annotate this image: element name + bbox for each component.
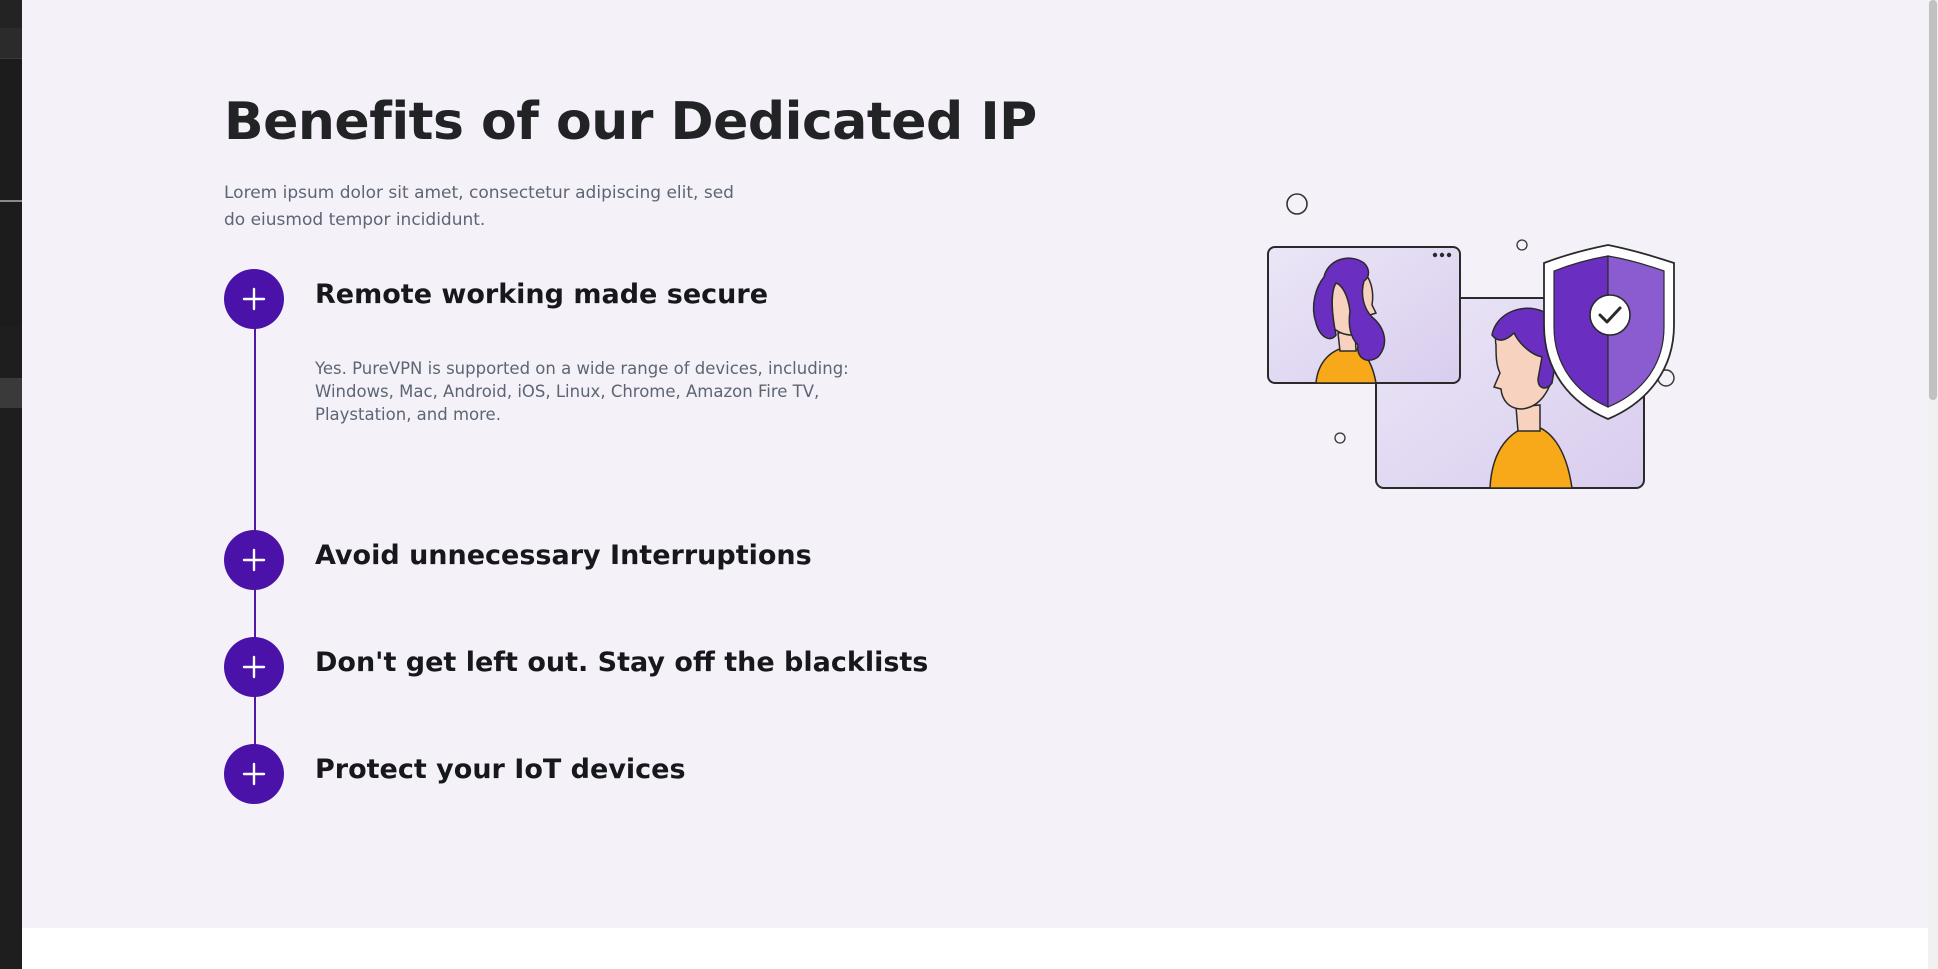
side-panel-segment	[0, 58, 22, 201]
plus-icon	[242, 548, 266, 572]
expand-button[interactable]	[224, 269, 284, 329]
accordion-heading[interactable]: Don't get left out. Stay off the blackli…	[315, 647, 928, 678]
page-subtitle: Lorem ipsum dolor sit amet, consectetur …	[224, 183, 734, 230]
plus-icon	[242, 287, 266, 311]
accordion-heading[interactable]: Avoid unnecessary Interruptions	[315, 540, 812, 571]
side-panel-segment	[0, 28, 22, 58]
accordion-heading[interactable]: Remote working made secure	[315, 279, 768, 310]
plus-icon	[242, 762, 266, 786]
accordion-body: Yes. PureVPN is supported on a wide rang…	[315, 359, 849, 424]
expand-button[interactable]	[224, 744, 284, 804]
editor-side-panel	[0, 0, 22, 969]
page-title: Benefits of our Dedicated IP	[224, 92, 1037, 152]
video-call-shield-illustration	[1267, 193, 1675, 489]
next-section	[22, 928, 1928, 969]
side-panel-segment	[0, 202, 22, 326]
scrollbar-thumb[interactable]	[1929, 0, 1937, 400]
decor-circle	[1334, 432, 1346, 444]
scrollbar[interactable]	[1928, 0, 1938, 969]
expand-button[interactable]	[224, 637, 284, 697]
accordion-heading[interactable]: Protect your IoT devices	[315, 754, 686, 785]
side-panel-selected-row[interactable]	[0, 378, 22, 408]
decor-circle	[1286, 193, 1308, 215]
decor-circle	[1516, 239, 1528, 251]
expand-button[interactable]	[224, 530, 284, 590]
side-panel-segment	[0, 0, 22, 28]
woman-video-window	[1267, 246, 1461, 384]
plus-icon	[242, 655, 266, 679]
